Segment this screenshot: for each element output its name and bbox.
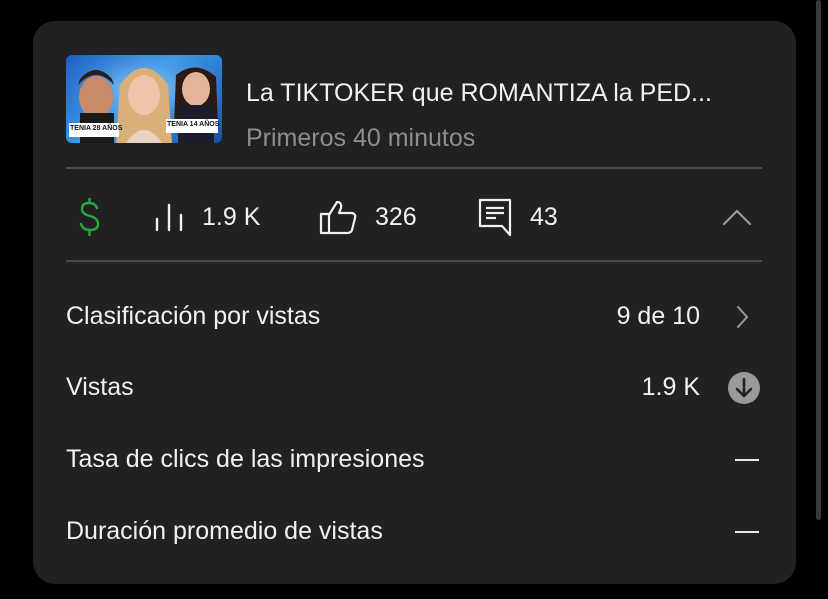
metric-row-ranking[interactable]: Clasificación por vistas 9 de 10 [66, 296, 762, 336]
divider [66, 260, 762, 262]
arrow-down-circle-icon [728, 372, 760, 404]
chevron-right-icon[interactable] [735, 305, 749, 329]
likes-stat[interactable]: 326 [319, 198, 417, 236]
metric-label: Duración promedio de vistas [66, 517, 383, 545]
collapse-button[interactable] [722, 198, 752, 236]
metric-label: Vistas [66, 373, 134, 401]
chevron-up-icon [722, 209, 752, 226]
comment-icon [478, 198, 512, 236]
stats-row: 1.9 K 326 43 [66, 170, 762, 260]
thumbnail-tag-right: TENIA 14 AÑOS [167, 121, 220, 128]
video-thumbnail[interactable]: TENIA 28 AÑOS TENIA 14 AÑOS [66, 55, 222, 143]
views-count: 1.9 K [202, 202, 261, 231]
metric-row-ctr: Tasa de clics de las impresiones — [66, 439, 762, 479]
comments-stat[interactable]: 43 [478, 198, 558, 236]
video-header[interactable]: TENIA 28 AÑOS TENIA 14 AÑOS La TIKTOKER … [66, 55, 762, 152]
bar-chart-icon [155, 203, 183, 232]
metric-value: 9 de 10 [616, 302, 700, 330]
video-analytics-card: TENIA 28 AÑOS TENIA 14 AÑOS La TIKTOKER … [33, 21, 796, 584]
thumbnail-tag-left: TENIA 28 AÑOS [70, 125, 123, 132]
monetization-stat[interactable] [78, 198, 102, 236]
thumbs-up-icon [319, 200, 357, 235]
metric-row-avg-duration: Duración promedio de vistas — [66, 511, 762, 551]
metric-row-views: Vistas 1.9 K [66, 367, 762, 407]
scrollbar[interactable] [816, 0, 821, 520]
video-period: Primeros 40 minutos [246, 124, 476, 152]
views-stat[interactable]: 1.9 K [154, 198, 260, 236]
dollar-icon [79, 198, 100, 236]
metric-value-empty [735, 459, 759, 461]
metric-label: Tasa de clics de las impresiones [66, 445, 425, 473]
video-title[interactable]: La TIKTOKER que ROMANTIZA la PED... [246, 79, 766, 108]
comments-count: 43 [530, 202, 558, 231]
metric-value-empty [735, 531, 759, 533]
metric-value: 1.9 K [641, 373, 700, 401]
divider [66, 167, 762, 169]
likes-count: 326 [375, 202, 417, 231]
metric-label: Clasificación por vistas [66, 302, 321, 330]
